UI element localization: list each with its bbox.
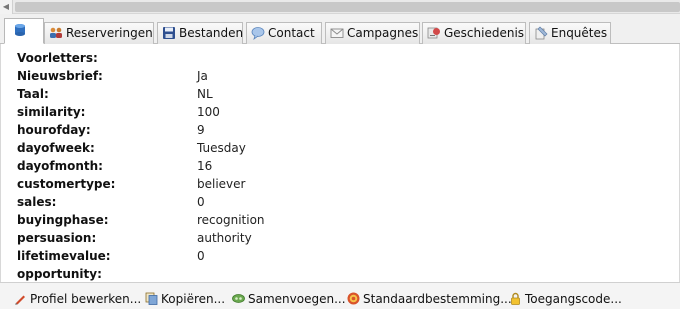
field-value: 100 bbox=[197, 105, 220, 119]
tab-contact[interactable]: Contact bbox=[246, 22, 322, 44]
tab-profile[interactable] bbox=[4, 18, 44, 44]
field-label: dayofweek: bbox=[17, 141, 95, 155]
field-row-similarity: similarity: 100 bbox=[17, 103, 657, 121]
field-label: Taal: bbox=[17, 87, 49, 101]
default-destination-button[interactable]: Standaardbestemming... bbox=[347, 291, 512, 307]
field-label: similarity: bbox=[17, 105, 86, 119]
field-row-sales: sales: 0 bbox=[17, 193, 657, 211]
tab-bestanden[interactable]: Bestanden bbox=[157, 22, 243, 44]
field-label: lifetimevalue: bbox=[17, 249, 111, 263]
field-value: Tuesday bbox=[197, 141, 246, 155]
copy-button[interactable]: Kopiëren... bbox=[145, 291, 225, 307]
field-label: persuasion: bbox=[17, 231, 97, 245]
speech-bubble-icon bbox=[251, 26, 265, 41]
access-code-button[interactable]: Toegangscode... bbox=[509, 291, 622, 307]
field-row-voorletters: Voorletters: bbox=[17, 49, 657, 67]
field-value: 9 bbox=[197, 123, 205, 137]
action-label: Samenvoegen... bbox=[248, 292, 346, 306]
tab-label: Enquêtes bbox=[551, 26, 608, 40]
field-value: authority bbox=[197, 231, 252, 245]
pencil-icon bbox=[14, 292, 27, 305]
edit-profile-button[interactable]: Profiel bewerken... bbox=[14, 291, 141, 307]
field-label: customertype: bbox=[17, 177, 116, 191]
database-icon bbox=[13, 23, 27, 37]
tab-label: Campagnes bbox=[347, 26, 419, 40]
field-row-opportunity: opportunity: bbox=[17, 265, 657, 282]
field-label: buyingphase: bbox=[17, 213, 109, 227]
tab-strip: Reserveringen Bestanden Contact Campagne… bbox=[0, 14, 680, 44]
field-value: believer bbox=[197, 177, 246, 191]
history-icon bbox=[427, 26, 441, 40]
field-value: 16 bbox=[197, 159, 213, 173]
tab-label: Geschiedenis bbox=[444, 26, 525, 40]
action-label: Toegangscode... bbox=[525, 292, 622, 306]
field-row-dayofmonth: dayofmonth: 16 bbox=[17, 157, 657, 175]
field-label: hourofday: bbox=[17, 123, 91, 137]
scroll-left-arrow-icon[interactable]: ◀ bbox=[0, 0, 13, 14]
envelope-icon bbox=[330, 26, 344, 40]
field-value: NL bbox=[197, 87, 213, 101]
field-row-customertype: customertype: believer bbox=[17, 175, 657, 193]
horizontal-scrollbar[interactable]: ◀ bbox=[0, 0, 680, 14]
action-bar: Profiel bewerken... Kopiëren... Samenvoe… bbox=[0, 282, 680, 309]
copy-icon bbox=[145, 292, 158, 305]
field-label: opportunity: bbox=[17, 267, 102, 281]
field-row-nieuwsbrief: Nieuwsbrief: Ja bbox=[17, 67, 657, 85]
action-label: Kopiëren... bbox=[161, 292, 226, 306]
scrollbar-thumb[interactable] bbox=[15, 2, 680, 12]
field-row-dayofweek: dayofweek: Tuesday bbox=[17, 139, 657, 157]
tab-label: Reserveringen bbox=[66, 26, 153, 40]
field-value: 0 bbox=[197, 195, 205, 209]
field-value: recognition bbox=[197, 213, 265, 227]
field-row-persuasion: persuasion: authority bbox=[17, 229, 657, 247]
field-label: dayofmonth: bbox=[17, 159, 103, 173]
field-value: Ja bbox=[197, 69, 208, 83]
tab-label: Bestanden bbox=[179, 26, 244, 40]
target-icon bbox=[347, 292, 360, 305]
save-disk-icon bbox=[162, 26, 176, 40]
action-label: Profiel bewerken... bbox=[30, 292, 142, 306]
tab-enquetes[interactable]: Enquêtes bbox=[529, 22, 611, 44]
profile-details-panel: Voorletters: Nieuwsbrief: Ja Taal: NL si… bbox=[0, 44, 680, 282]
tab-campagnes[interactable]: Campagnes bbox=[325, 22, 420, 44]
field-label: Voorletters: bbox=[17, 51, 98, 65]
tab-label: Contact bbox=[268, 26, 315, 40]
people-icon bbox=[49, 26, 63, 40]
field-label: sales: bbox=[17, 195, 57, 209]
survey-icon bbox=[534, 26, 548, 40]
action-label: Standaardbestemming... bbox=[363, 292, 512, 306]
field-row-lifetimevalue: lifetimevalue: 0 bbox=[17, 247, 657, 265]
tab-geschiedenis[interactable]: Geschiedenis bbox=[422, 22, 526, 44]
field-row-taal: Taal: NL bbox=[17, 85, 657, 103]
merge-icon bbox=[232, 292, 245, 305]
field-row-hourofday: hourofday: 9 bbox=[17, 121, 657, 139]
field-row-buyingphase: buyingphase: recognition bbox=[17, 211, 657, 229]
field-value: 0 bbox=[197, 249, 205, 263]
lock-icon bbox=[509, 292, 522, 305]
field-label: Nieuwsbrief: bbox=[17, 69, 103, 83]
tab-reserveringen[interactable]: Reserveringen bbox=[44, 22, 154, 44]
merge-button[interactable]: Samenvoegen... bbox=[232, 291, 346, 307]
